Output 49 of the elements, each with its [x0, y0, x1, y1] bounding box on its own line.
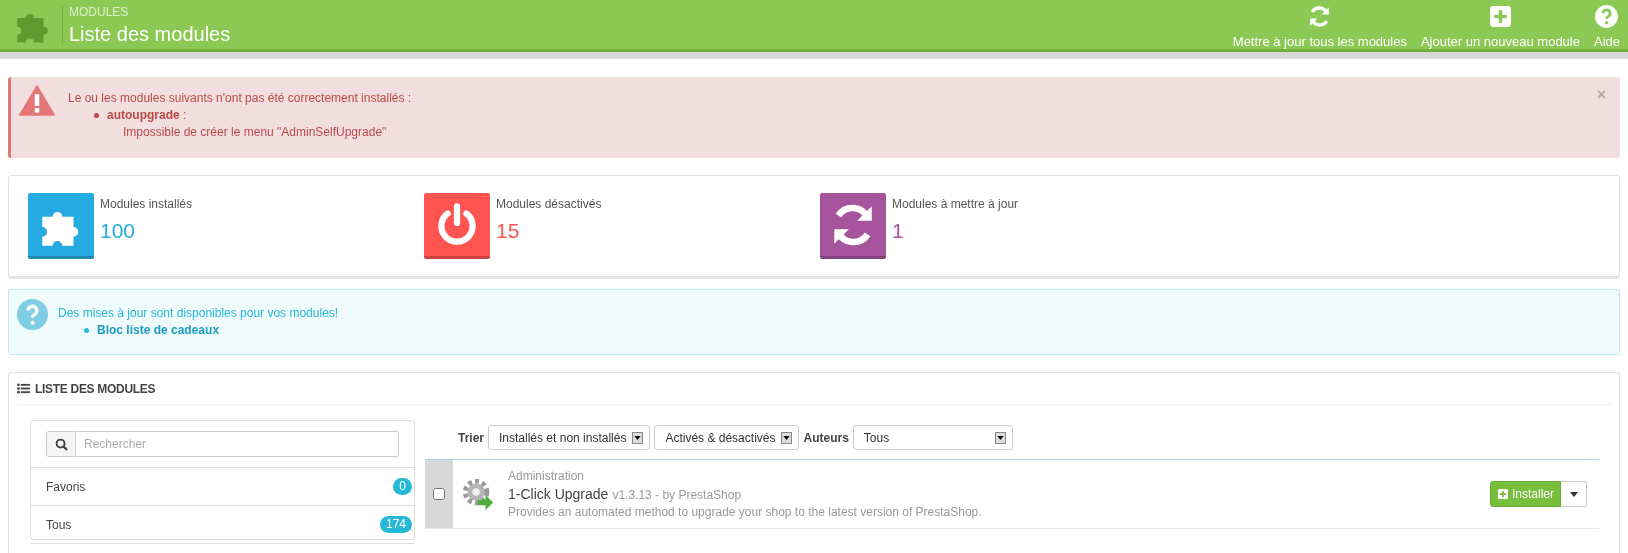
module-description: Provides an automated method to upgrade your shop to the latest version of PrestaShop.: [508, 504, 982, 520]
gear-icon: [461, 477, 495, 511]
caret-icon: [1569, 491, 1578, 497]
help-icon: [17, 299, 48, 330]
module-link[interactable]: Bloc liste de cadeaux: [97, 322, 220, 339]
toolbar-button[interactable]: Ajouter un nouveau module: [1420, 3, 1580, 52]
stat-label: Modules à mettre à jour: [892, 196, 1019, 213]
category-item[interactable]: Tous 174: [31, 506, 414, 544]
stat-value: 100: [100, 220, 137, 241]
panel-title: LISTE DES MODULES: [35, 380, 156, 398]
breadcrumb[interactable]: MODULES: [69, 5, 231, 18]
row-checkbox[interactable]: [433, 488, 445, 500]
filter-select[interactable]: Tous: [852, 425, 1013, 450]
filter-select[interactable]: Activés & désactivés: [654, 425, 800, 450]
stat-value: 15: [496, 220, 521, 241]
install-button[interactable]: Installer: [1489, 481, 1561, 507]
category-label: Favoris: [46, 478, 86, 496]
list-icon: [17, 383, 30, 394]
filter-select[interactable]: Installés et non installés: [488, 425, 651, 450]
plus-icon: [1487, 3, 1513, 29]
bullet-icon: [94, 113, 99, 118]
search-icon: [54, 437, 68, 451]
module-title: 1-Click Upgrade: [508, 486, 609, 502]
count-badge: 174: [379, 516, 412, 533]
plus-icon: [1496, 488, 1509, 500]
dropdown-button[interactable]: [1561, 481, 1587, 507]
warning-icon: [19, 85, 55, 116]
error-message: Le ou les modules suivants n'ont pas été correctement installés :: [68, 90, 412, 107]
error-detail: Impossible de créer le menu "AdminSelfUpgrade": [122, 124, 388, 141]
toolbar-button[interactable]: Aide: [1593, 3, 1620, 52]
close-button[interactable]: ×: [1596, 87, 1606, 103]
search-addon[interactable]: [46, 431, 76, 457]
filter-label: Auteurs: [803, 429, 849, 447]
module-version: v1.3.13 - by PrestaShop: [612, 487, 742, 503]
stat-label: Modules installés: [100, 196, 193, 213]
stat-label: Modules désactivés: [496, 196, 602, 213]
module-name: autoupgrade :: [107, 107, 187, 124]
count-badge: 0: [393, 478, 412, 495]
search-field[interactable]: Rechercher: [76, 431, 399, 457]
category-item[interactable]: Favoris 0: [31, 468, 414, 506]
module-category: Administration: [508, 468, 586, 484]
category-label: Tous: [46, 516, 72, 534]
info-message: Des mises à jour sont disponibles pour vos modules!: [58, 305, 339, 322]
page-title: Liste des modules: [69, 23, 231, 44]
help-icon: [1594, 3, 1620, 29]
bullet-icon: [84, 328, 89, 333]
toolbar-button[interactable]: Mettre à jour tous les modules: [1232, 3, 1407, 52]
stat-value: 1: [892, 220, 905, 241]
filter-label: Trier: [458, 429, 484, 447]
